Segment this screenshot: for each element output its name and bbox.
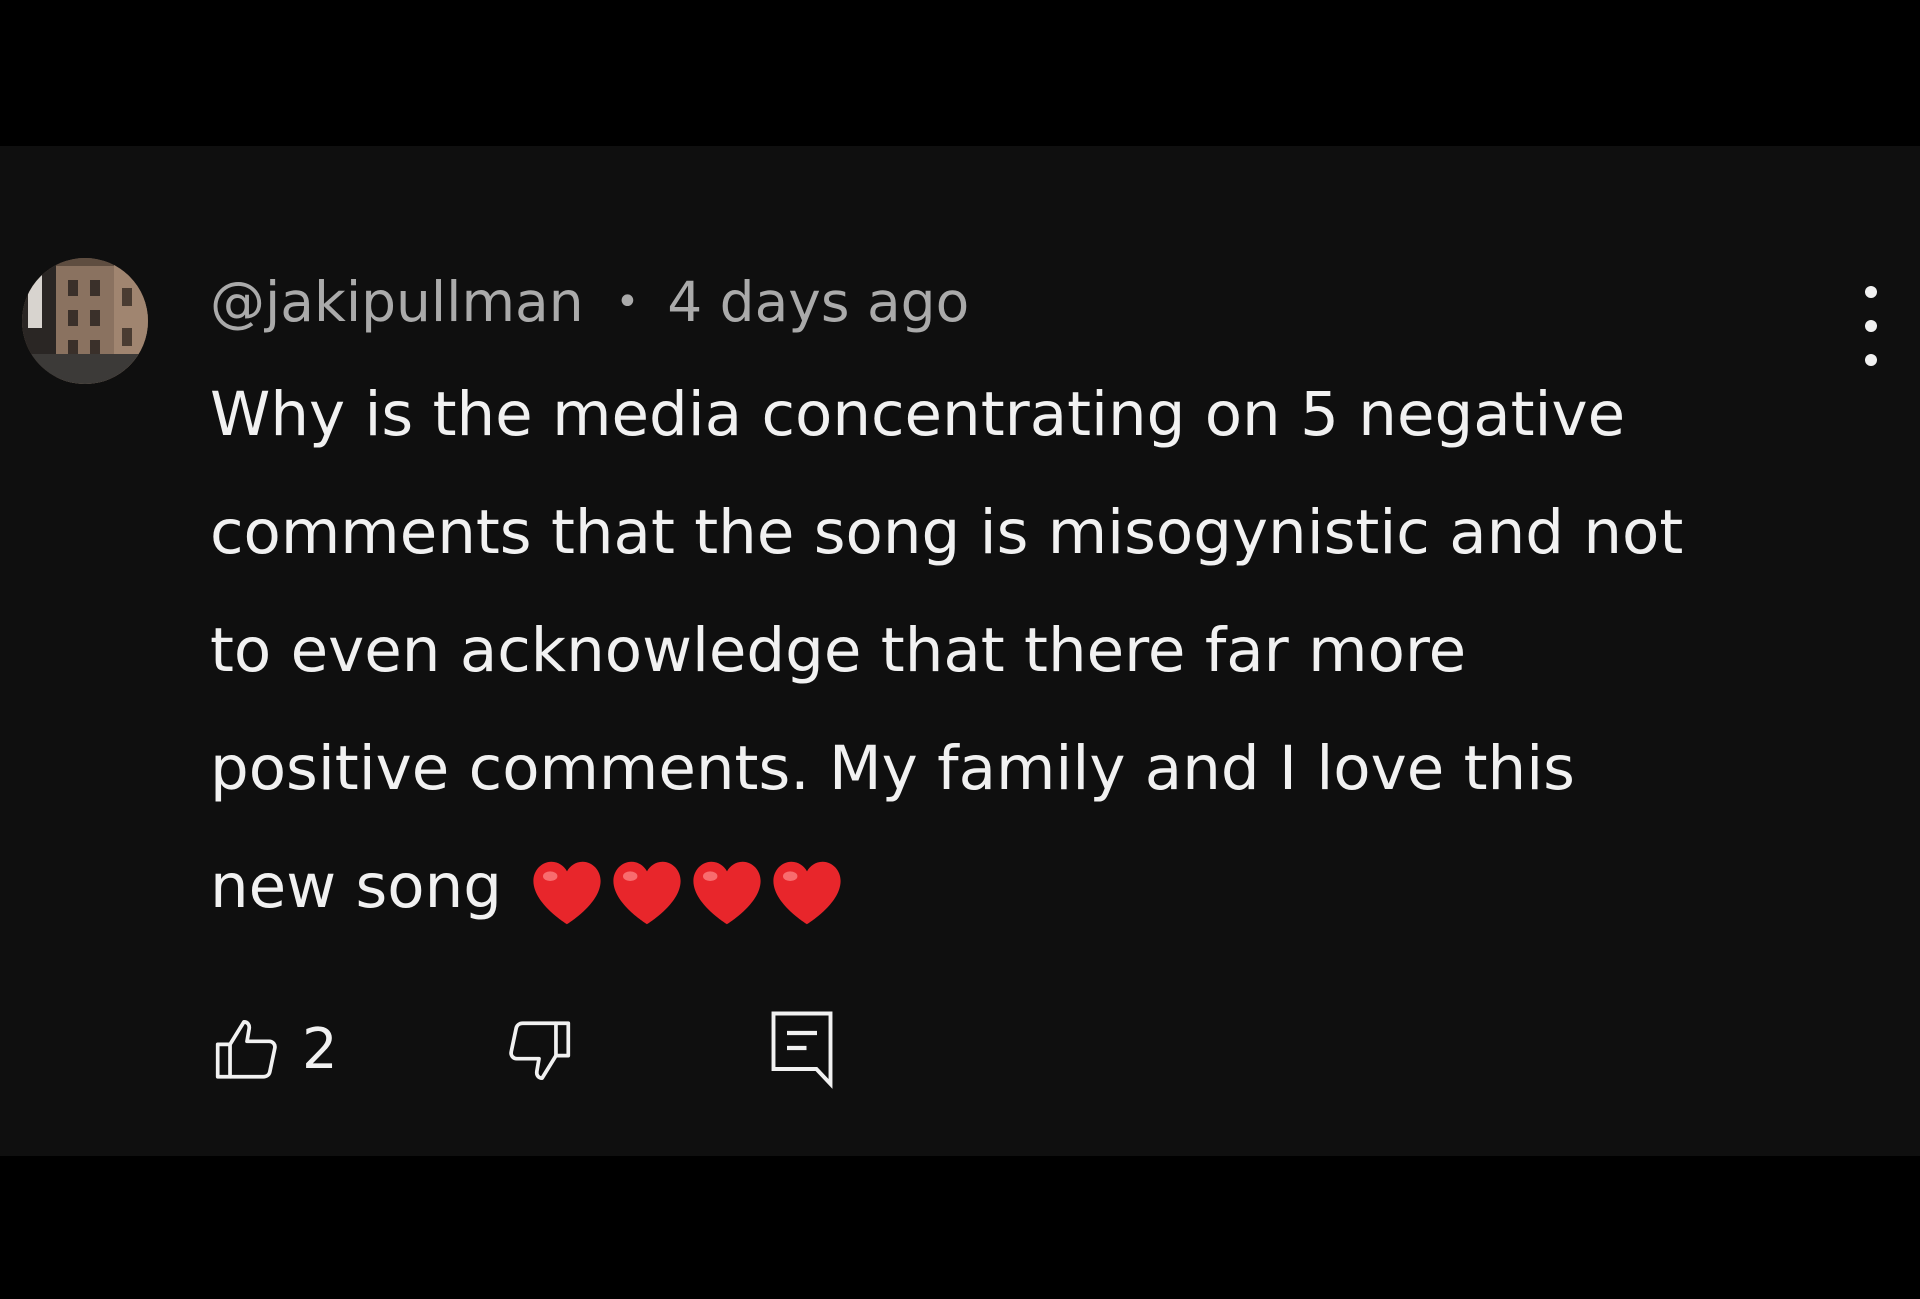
comment-line: comments that the song is misogynistic a… xyxy=(210,497,1684,568)
heart-emoji-icon xyxy=(773,862,841,925)
comment-body: Why is the media concentrating on 5 nega… xyxy=(210,356,1850,946)
more-options-button[interactable] xyxy=(1846,286,1896,366)
heart-emoji-group xyxy=(528,850,848,930)
like-count: 2 xyxy=(302,1016,338,1082)
avatar-image xyxy=(22,258,148,384)
screenshot-frame: @jakipullman • 4 days ago Why is the med… xyxy=(0,0,1920,1299)
avatar[interactable] xyxy=(22,258,148,384)
author-handle[interactable]: @jakipullman xyxy=(210,270,584,334)
comment-line: to even acknowledge that there far more xyxy=(210,615,1467,686)
dislike-button[interactable] xyxy=(502,1014,576,1092)
comment-line: positive comments. My family and I love … xyxy=(210,733,1575,804)
meta-separator: • xyxy=(615,279,640,325)
comment-line: Why is the media concentrating on 5 nega… xyxy=(210,379,1626,450)
thumbs-up-icon xyxy=(215,1020,277,1079)
heart-emoji-icon xyxy=(693,862,761,925)
more-vertical-icon-dot xyxy=(1865,320,1877,332)
comment-timestamp[interactable]: 4 days ago xyxy=(667,270,969,334)
reply-button[interactable] xyxy=(766,1006,838,1094)
comment-last-line: new song xyxy=(210,828,1850,946)
comment-reply-icon xyxy=(771,1011,833,1089)
comment-meta: @jakipullman • 4 days ago xyxy=(210,266,969,338)
comment-line: new song xyxy=(210,851,502,922)
more-vertical-icon xyxy=(1865,286,1877,298)
more-vertical-icon-dot xyxy=(1865,354,1877,366)
thumbs-down-icon xyxy=(509,1021,571,1080)
comment-card: @jakipullman • 4 days ago Why is the med… xyxy=(0,146,1920,1156)
like-button[interactable]: 2 xyxy=(210,1012,338,1086)
heart-emoji-icon xyxy=(533,862,601,925)
heart-emoji-icon xyxy=(613,862,681,925)
